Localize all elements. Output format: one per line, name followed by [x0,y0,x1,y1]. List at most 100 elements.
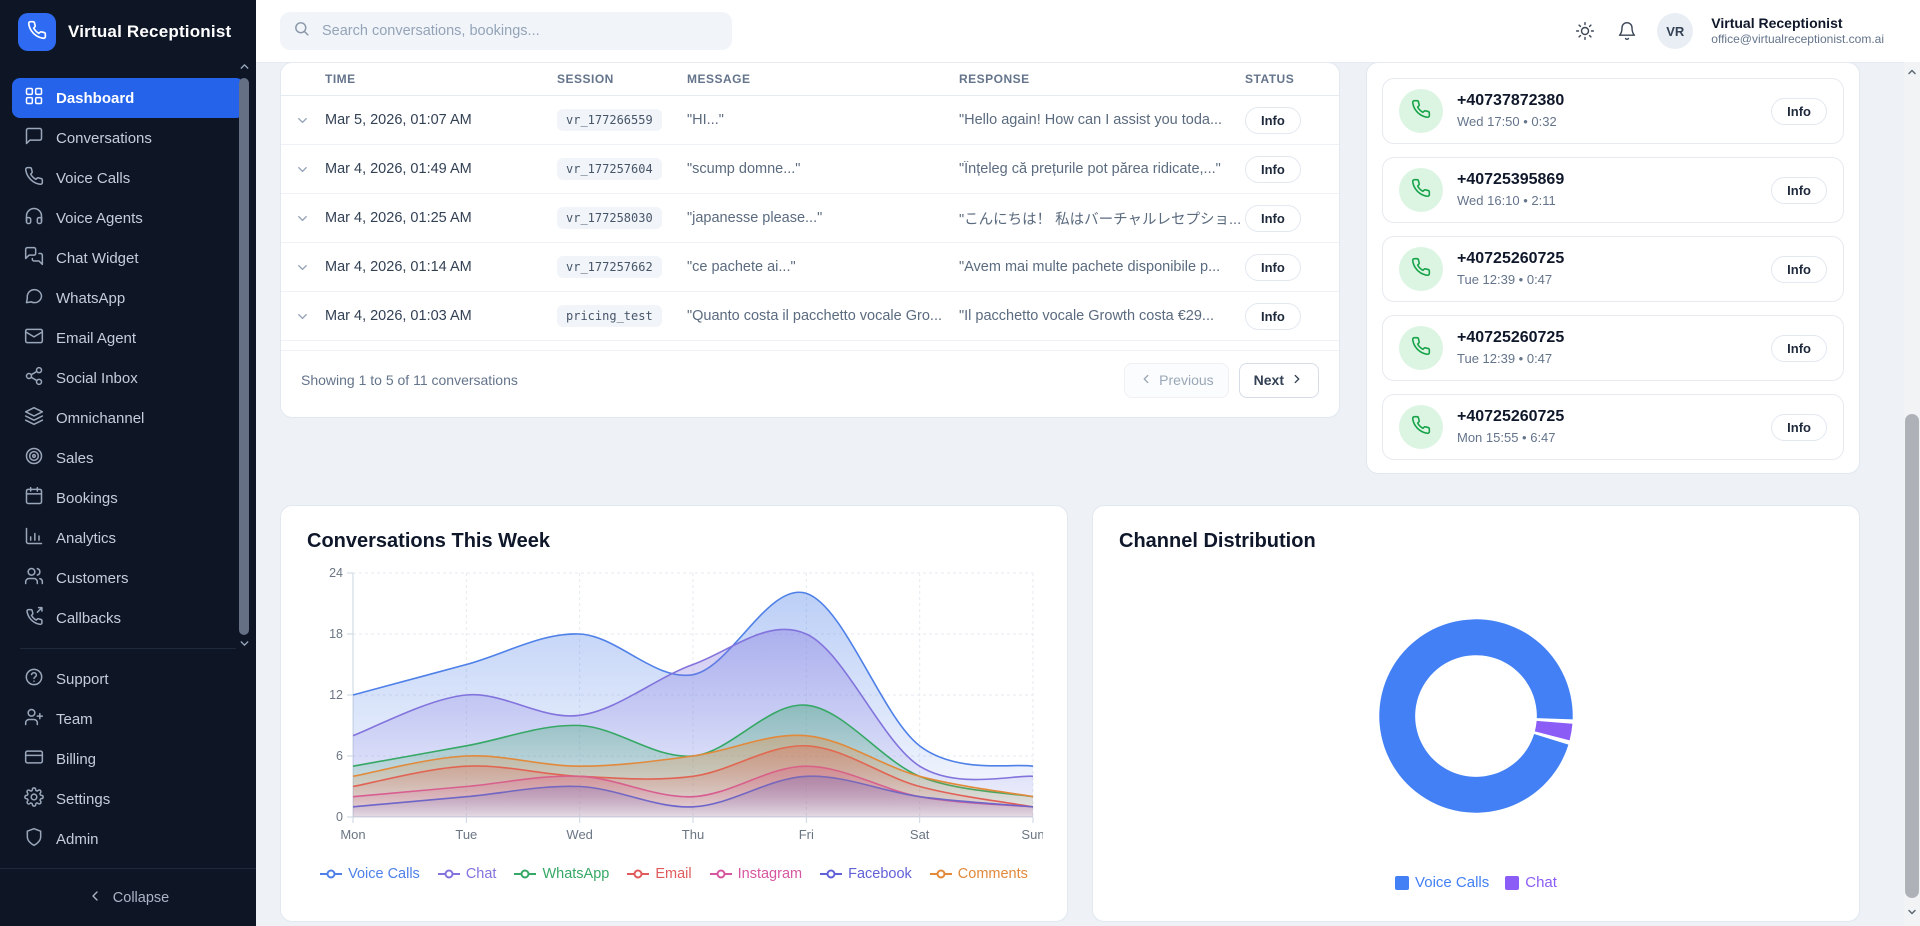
sidebar-item-bookings[interactable]: Bookings [12,478,244,518]
row-expand-button[interactable] [295,309,325,324]
sidebar-item-whatsapp[interactable]: WhatsApp [12,278,244,318]
sidebar-item-admin[interactable]: Admin [12,819,244,859]
theme-toggle-button[interactable] [1573,19,1597,43]
sidebar-item-voice-calls[interactable]: Voice Calls [12,158,244,198]
row-expand-button[interactable] [295,260,325,275]
row-status: Info [1245,303,1325,330]
sidebar-item-customers[interactable]: Customers [12,558,244,598]
previous-button[interactable]: Previous [1124,363,1228,398]
info-button[interactable]: Info [1245,107,1301,134]
legend-item-whatsapp[interactable]: WhatsApp [514,866,609,882]
call-info-button[interactable]: Info [1771,414,1827,441]
call-info-button[interactable]: Info [1771,98,1827,125]
sidebar-scroll-down-icon[interactable] [238,637,251,655]
sales-icon [24,446,44,466]
svg-text:Wed: Wed [566,827,593,842]
sidebar-item-social-inbox[interactable]: Social Inbox [12,358,244,398]
sidebar-item-callbacks[interactable]: Callbacks [12,598,244,638]
next-button[interactable]: Next [1239,363,1319,398]
legend-item-facebook[interactable]: Facebook [820,866,912,882]
scroll-down-icon[interactable] [1906,905,1918,923]
call-info-button[interactable]: Info [1771,177,1827,204]
avatar[interactable]: VR [1657,13,1693,49]
sidebar-item-omnichannel[interactable]: Omnichannel [12,398,244,438]
support-icon [24,667,44,691]
sidebar-item-email-agent[interactable]: Email Agent [12,318,244,358]
sidebar-item-conversations[interactable]: Conversations [12,118,244,158]
legend-item-comments[interactable]: Comments [930,866,1028,882]
chat-widget-icon [24,246,44,270]
dashboard-icon [24,86,44,110]
sidebar-item-analytics[interactable]: Analytics [12,518,244,558]
chevron-left-icon [87,888,103,908]
sidebar-item-team[interactable]: Team [12,699,244,739]
customers-icon [24,566,44,586]
sidebar-scroll-up-icon[interactable] [238,60,251,78]
phone-icon [1411,99,1431,124]
call-meta: Tue 12:39 • 0:47 [1457,272,1757,289]
pie-legend-item-chat[interactable]: Chat [1505,874,1557,891]
sidebar-item-label: Bookings [56,490,118,507]
svg-text:0: 0 [336,810,343,824]
sidebar-item-label: Settings [56,791,110,808]
scroll-up-icon[interactable] [1906,65,1918,83]
sidebar-item-label: Analytics [56,530,116,547]
sidebar-item-dashboard[interactable]: Dashboard [12,78,244,118]
table-row: Mar 4, 2026, 01:03 AMpricing_test"Quanto… [281,292,1339,341]
call-info-button[interactable]: Info [1771,335,1827,362]
legend-item-voice-calls[interactable]: Voice Calls [320,866,420,882]
svg-text:24: 24 [329,566,343,580]
app-logo [18,13,56,51]
legend-item-instagram[interactable]: Instagram [710,866,802,882]
page-scrollbar[interactable] [1904,62,1920,926]
sidebar-item-chat-widget[interactable]: Chat Widget [12,238,244,278]
conversations-week-card: Conversations This Week 06121824MonTueWe… [280,505,1068,922]
page-scrollbar-thumb[interactable] [1905,414,1919,898]
row-expand-button[interactable] [295,113,325,128]
row-response: "Avem mai multe pachete disponibile p... [959,259,1245,275]
email-agent-icon [24,326,44,346]
call-info-button[interactable]: Info [1771,256,1827,283]
notifications-button[interactable] [1615,19,1639,43]
info-button[interactable]: Info [1245,254,1301,281]
call-number: +40725260725 [1457,249,1757,270]
search-box[interactable] [280,12,732,50]
search-input[interactable] [320,22,719,40]
sidebar-item-sales[interactable]: Sales [12,438,244,478]
legend-swatch-icon [1505,876,1519,890]
sidebar-item-billing[interactable]: Billing [12,739,244,779]
sidebar-nav: DashboardConversationsVoice CallsVoice A… [0,64,256,638]
legend-item-chat[interactable]: Chat [438,866,497,882]
dashboard-page: Virtual Receptionist DashboardConversati… [0,0,1920,926]
sidebar-collapse-button[interactable]: Collapse [0,868,256,926]
row-expand-button[interactable] [295,211,325,226]
chevron-down-icon [295,260,310,275]
pie-legend-item-voice-calls[interactable]: Voice Calls [1395,874,1489,891]
row-response: "Hello again! How can I assist you toda.… [959,112,1245,128]
call-bubble [1399,89,1443,133]
admin-icon [24,827,44,851]
sidebar-scrollbar-thumb[interactable] [239,78,249,635]
row-message: "scump domne..." [687,161,959,177]
table-body: Mar 5, 2026, 01:07 AMvr_177266559"HI..."… [281,96,1339,341]
call-card: +40725395869Wed 16:10 • 2:11Info [1382,157,1844,223]
pie-chart-title: Channel Distribution [1119,530,1833,553]
sidebar-item-settings[interactable]: Settings [12,779,244,819]
sidebar-item-support[interactable]: Support [12,659,244,699]
row-expand-button[interactable] [295,162,325,177]
phone-icon [27,20,47,40]
pie-slice-voice-calls[interactable] [1379,619,1572,812]
info-button[interactable]: Info [1245,156,1301,183]
row-session: pricing_test [557,307,662,325]
info-button[interactable]: Info [1245,205,1301,232]
omnichannel-icon [24,406,44,430]
table-row: Mar 4, 2026, 01:14 AMvr_177257662"ce pac… [281,243,1339,292]
table-row: Mar 5, 2026, 01:07 AMvr_177266559"HI..."… [281,96,1339,145]
sun-icon [1575,21,1595,41]
info-button[interactable]: Info [1245,303,1301,330]
sidebar-item-voice-agents[interactable]: Voice Agents [12,198,244,238]
legend-item-email[interactable]: Email [627,866,691,882]
session-badge: pricing_test [557,305,662,327]
area-chart: 06121824MonTueWedThuFriSatSun [307,559,1041,864]
svg-text:6: 6 [336,749,343,763]
